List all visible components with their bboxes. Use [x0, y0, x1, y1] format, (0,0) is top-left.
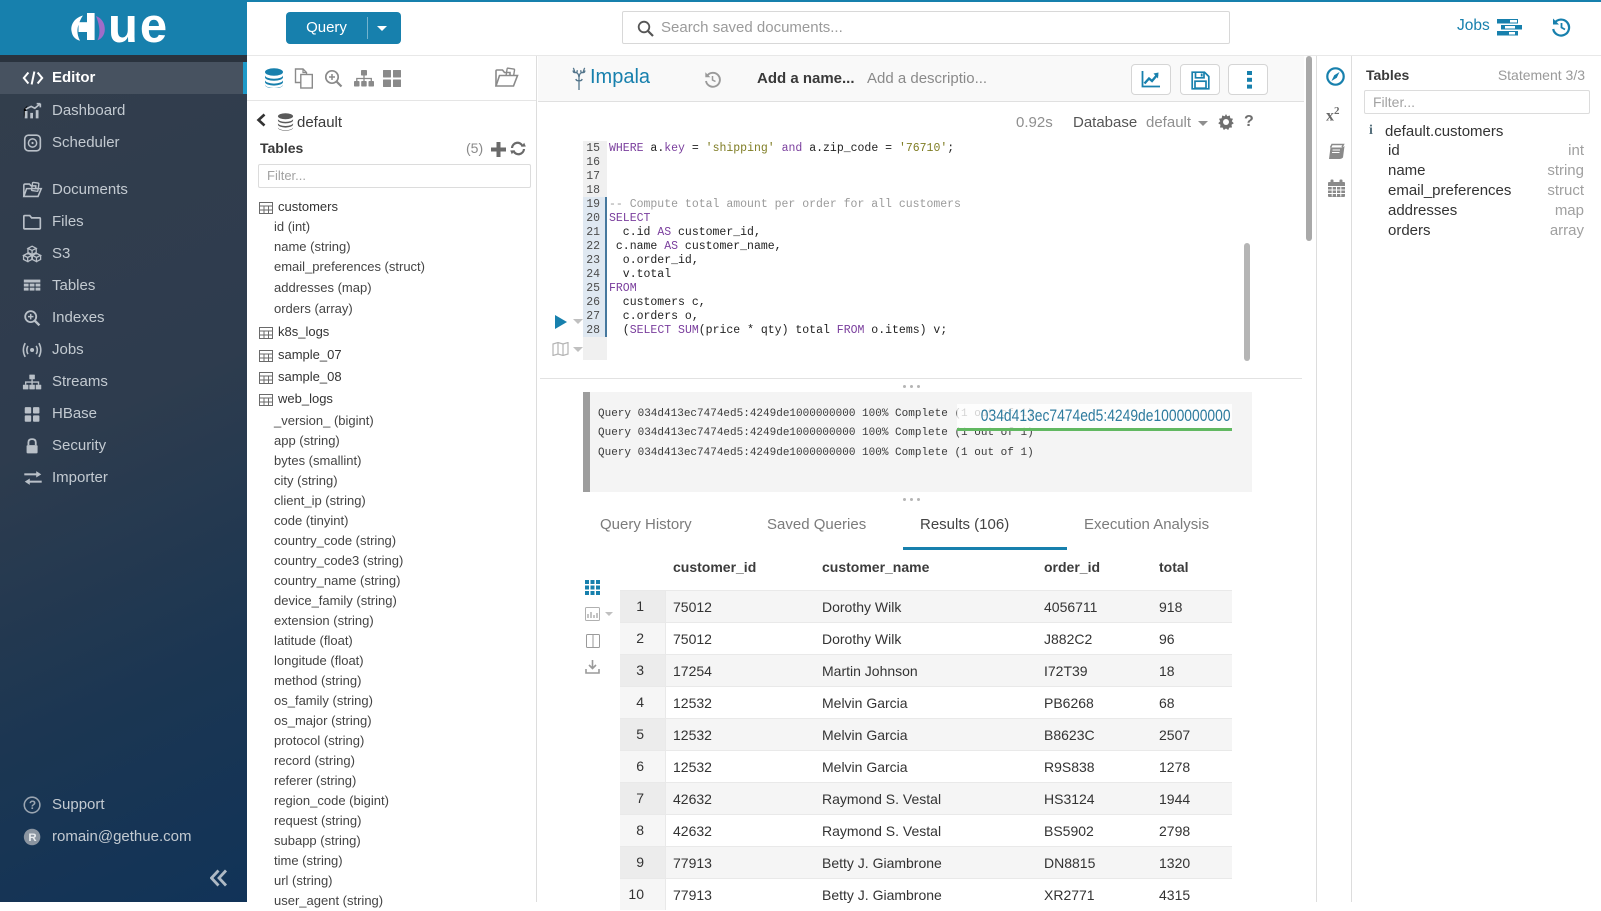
- svg-text:ue: ue: [108, 0, 169, 53]
- svg-text:R: R: [28, 832, 37, 844]
- svg-text:?: ?: [29, 798, 36, 812]
